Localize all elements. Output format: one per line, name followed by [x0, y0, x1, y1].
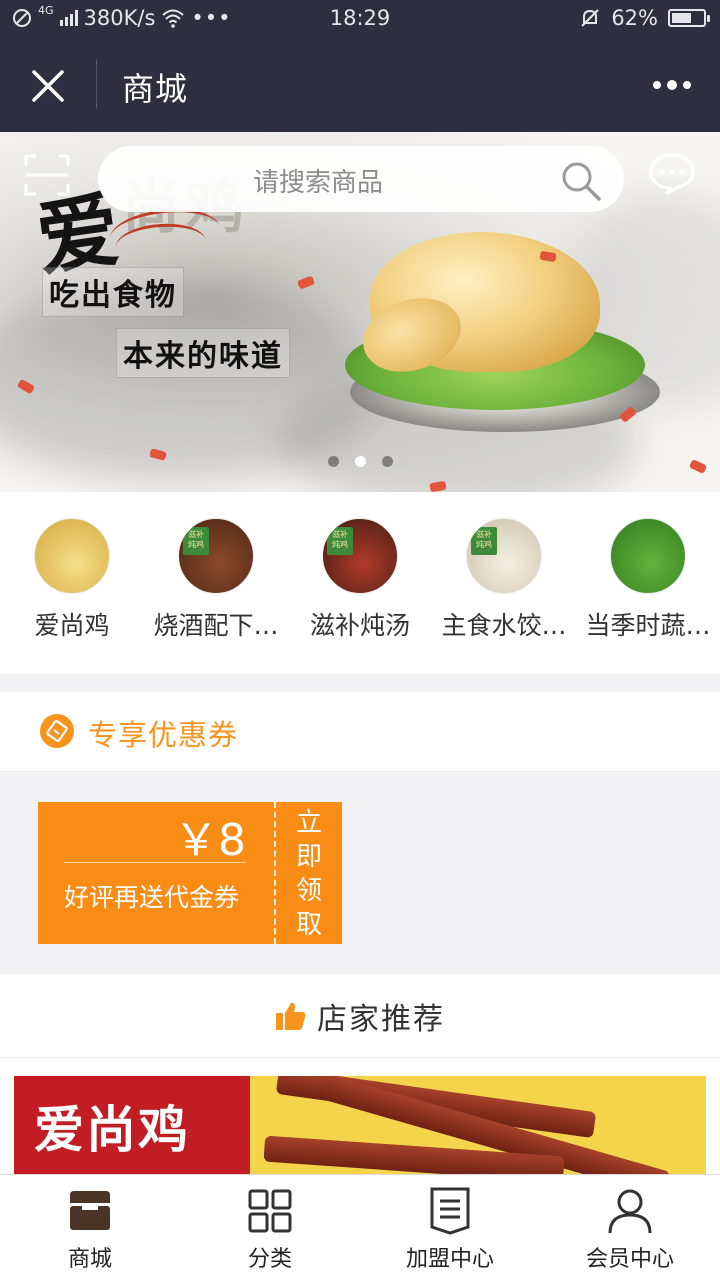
search-input[interactable]: 请搜索商品 [98, 146, 624, 212]
close-button[interactable] [22, 60, 74, 112]
coupon-edge [338, 802, 346, 944]
coupon-description: 好评再送代金券 [64, 883, 240, 912]
grid-icon [244, 1185, 296, 1237]
title-divider [96, 60, 97, 108]
category-item[interactable]: 爱尚鸡 [0, 518, 144, 642]
recommend-header: 店家推荐 [0, 974, 720, 1058]
coupon-edge [34, 802, 42, 944]
nav-label: 分类 [247, 1247, 292, 1272]
ticket-icon [40, 714, 74, 748]
nav-item[interactable]: 会员中心 [540, 1175, 720, 1280]
recommend-area: 爱尚鸡 [0, 1058, 720, 1174]
more-dot-icon [653, 81, 661, 89]
more-menu-button[interactable] [648, 68, 696, 102]
status-right: 62% [579, 6, 710, 30]
close-icon [32, 70, 64, 102]
carousel-dots[interactable] [0, 456, 720, 467]
category-image: 滋补 炖鸡 [322, 518, 398, 594]
title-bar: 商城 [0, 38, 720, 132]
message-button[interactable] [648, 152, 696, 196]
claim-coupon-button[interactable]: 立即领取 [274, 802, 342, 944]
category-item[interactable]: 当季时蔬… [576, 518, 720, 642]
battery-icon [668, 9, 710, 27]
coupon-section-title: 专享优惠券 [88, 718, 239, 752]
brand-panel: 爱尚鸡 [14, 1076, 250, 1174]
nav-item[interactable]: 加盟中心 [360, 1175, 540, 1280]
document-icon [424, 1185, 476, 1237]
carousel-dot[interactable] [327, 456, 339, 467]
nav-label: 会员中心 [585, 1247, 674, 1272]
nav-label: 商城 [67, 1247, 112, 1272]
banner-slogan-1: 吃出食物 [42, 267, 184, 317]
carousel-dot[interactable] [354, 456, 366, 467]
category-badge: 滋补 炖鸡 [471, 527, 497, 555]
category-label: 滋补炖汤 [309, 611, 410, 640]
battery-fill [672, 13, 691, 23]
category-badge: 滋补 炖鸡 [183, 527, 209, 555]
petal-decoration [296, 275, 316, 290]
nav-item[interactable]: 分类 [180, 1175, 360, 1280]
category-list: 爱尚鸡 滋补 炖鸡 烧酒配下… 滋补 炖鸡 滋补炖汤 滋补 炖鸡 主食水饺… 当季时蔬… [0, 492, 720, 674]
coupon-divider [64, 862, 246, 863]
category-label: 爱尚鸡 [34, 611, 110, 640]
claim-coupon-label: 立即领取 [295, 808, 322, 940]
category-image [34, 518, 110, 594]
more-dot-icon [683, 81, 691, 89]
recommend-title: 店家推荐 [317, 1002, 445, 1037]
battery-percent: 62% [611, 6, 658, 30]
nav-label: 加盟中心 [405, 1247, 494, 1272]
carousel-dot[interactable] [381, 456, 393, 467]
category-label: 烧酒配下… [153, 611, 279, 640]
scan-button[interactable] [24, 154, 70, 196]
nav-item[interactable]: 商城 [0, 1175, 180, 1280]
user-icon [604, 1185, 656, 1237]
category-image [610, 518, 686, 594]
coupon-amount: ￥8 [174, 815, 246, 866]
thumbs-up-icon [276, 1002, 306, 1030]
category-image: 滋补 炖鸡 [178, 518, 254, 594]
bottom-nav: 商城 分类 加盟中心 会员中心 [0, 1174, 720, 1280]
category-image: 滋补 炖鸡 [466, 518, 542, 594]
category-badge: 滋补 炖鸡 [327, 527, 353, 555]
recommend-banner[interactable]: 爱尚鸡 [14, 1076, 706, 1174]
chat-bubble-icon [649, 153, 695, 196]
status-bar: 4G 380K/s ••• 18:29 62% [0, 0, 720, 38]
category-item[interactable]: 滋补 炖鸡滋补炖汤 [288, 518, 432, 642]
mute-bell-icon [581, 9, 600, 27]
category-item[interactable]: 滋补 炖鸡主食水饺… [432, 518, 576, 642]
scan-icon [24, 154, 70, 196]
page-title: 商城 [122, 70, 189, 108]
hero-banner[interactable]: 尚鸡 爱 吃出食物 本来的味道 请搜索商品 [0, 132, 720, 492]
category-label: 主食水饺… [441, 611, 567, 640]
recommend-brand: 爱尚鸡 [34, 1100, 190, 1159]
search-icon[interactable] [560, 160, 602, 202]
search-placeholder: 请搜索商品 [252, 168, 383, 198]
category-item[interactable]: 滋补 炖鸡烧酒配下… [144, 518, 288, 642]
coupon-card[interactable]: ￥8 好评再送代金券 立即领取 [34, 802, 346, 944]
category-label: 当季时蔬… [585, 611, 711, 640]
banner-slogan-2: 本来的味道 [116, 328, 290, 378]
shop-icon [64, 1185, 116, 1237]
coupon-main: ￥8 好评再送代金券 [38, 802, 274, 944]
coupon-section-header: 专享优惠券 [0, 692, 720, 772]
more-dot-icon [667, 80, 677, 90]
